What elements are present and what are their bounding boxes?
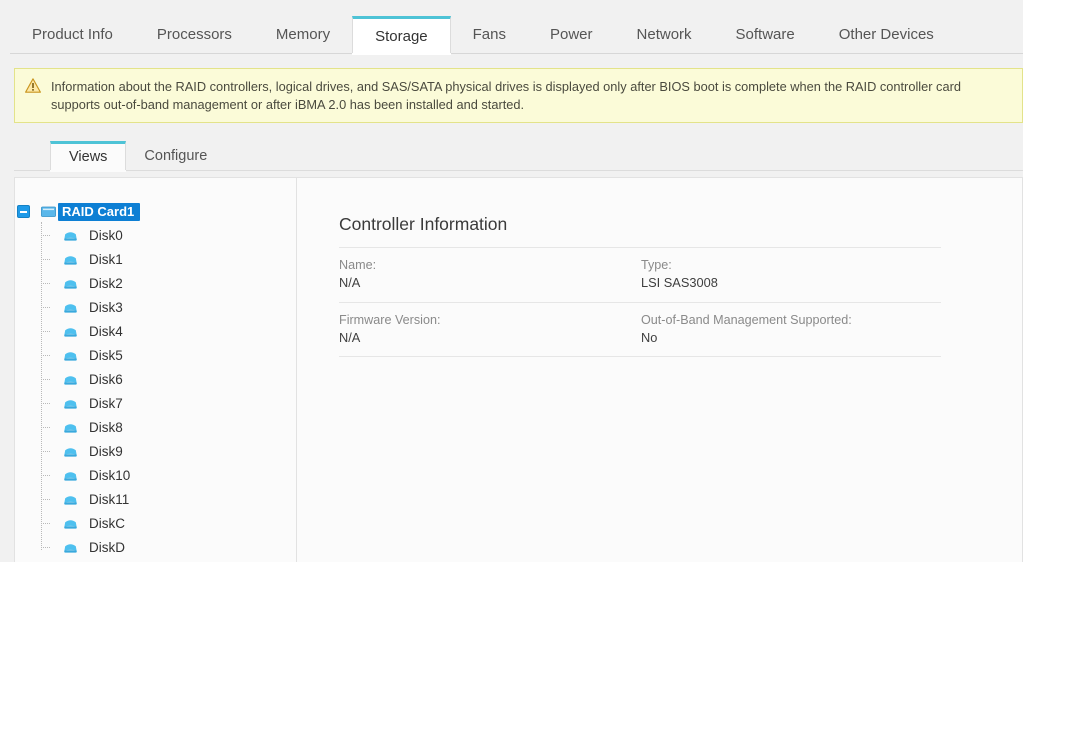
tree-node-label: Disk6 xyxy=(89,372,123,388)
disk-icon xyxy=(64,280,77,289)
tree-node-label: Disk8 xyxy=(89,420,123,436)
info-label: Out-of-Band Management Supported: xyxy=(641,312,852,327)
raid-card-icon xyxy=(41,206,56,218)
device-tree-pane: RAID Card1 Disk0 Disk1 Disk2 Disk3 Disk4 Disk… xyxy=(15,178,297,562)
info-row: Firmware Version: N/A Out-of-Band Manageme… xyxy=(339,303,941,357)
sub-tab-views[interactable]: Views xyxy=(50,141,127,173)
info-cell: Out-of-Band Management Supported: No xyxy=(640,312,941,346)
disk-icon xyxy=(64,304,77,313)
info-label: Type: xyxy=(641,258,672,273)
info-row: Name: N/A Type: LSI SAS3008 xyxy=(339,248,941,303)
tree-node-diskd[interactable]: DiskD xyxy=(41,536,296,560)
tree-node-disk1[interactable]: Disk1 xyxy=(41,248,296,272)
main-tab-product-info[interactable]: Product Info xyxy=(10,16,135,54)
info-value: LSI SAS3008 xyxy=(641,275,718,291)
info-label: Firmware Version: xyxy=(339,312,441,327)
main-tab-storage[interactable]: Storage xyxy=(352,16,451,55)
main-tab-memory[interactable]: Memory xyxy=(254,16,352,54)
tree-collapse-toggle-icon[interactable] xyxy=(17,205,30,219)
disk-icon xyxy=(64,232,77,241)
tree-node-label: Disk9 xyxy=(89,444,123,460)
tree-node-disk5[interactable]: Disk5 xyxy=(41,344,296,368)
tree-node-disk8[interactable]: Disk8 xyxy=(41,416,296,440)
warning-triangle-icon xyxy=(25,78,41,93)
disk-icon xyxy=(64,544,77,553)
sub-tab-bar: Views Configure xyxy=(0,137,1023,173)
disk-icon xyxy=(64,424,77,433)
main-tab-other-devices[interactable]: Other Devices xyxy=(817,16,956,54)
tree-node-label: Disk7 xyxy=(89,396,123,412)
notice-text: Information about the RAID controllers, … xyxy=(51,79,961,112)
tree-node-disk6[interactable]: Disk6 xyxy=(41,368,296,392)
tree-node-disk11[interactable]: Disk11 xyxy=(41,488,296,512)
main-tab-fans[interactable]: Fans xyxy=(451,16,528,54)
tree-node-label: Disk1 xyxy=(89,252,123,268)
info-cell: Name: N/A xyxy=(339,257,640,291)
tree-node-disk7[interactable]: Disk7 xyxy=(41,392,296,416)
controller-information-pane: Controller Information Name: N/A Type: LSI … xyxy=(297,178,1022,562)
device-tree: RAID Card1 Disk0 Disk1 Disk2 Disk3 Disk4 Disk… xyxy=(15,200,296,560)
sub-tab-configure[interactable]: Configure xyxy=(126,141,225,171)
main-tab-bar: Product Info Processors Memory Storage Fans P… xyxy=(0,0,1023,55)
tree-node-label: DiskD xyxy=(89,540,125,556)
main-tab-processors[interactable]: Processors xyxy=(135,16,254,54)
disk-icon xyxy=(64,352,77,361)
tree-node-label: Disk3 xyxy=(89,300,123,316)
tree-node-label: Disk2 xyxy=(89,276,123,292)
tree-node-disk10[interactable]: Disk10 xyxy=(41,464,296,488)
tree-node-label: Disk5 xyxy=(89,348,123,364)
info-cell: Type: LSI SAS3008 xyxy=(640,257,941,291)
info-label: Name: xyxy=(339,258,377,273)
disk-icon xyxy=(64,400,77,409)
main-tab-power[interactable]: Power xyxy=(528,16,615,54)
tree-node-label: Disk10 xyxy=(89,468,131,484)
controller-information-title: Controller Information xyxy=(339,214,508,235)
tree-children: Disk0 Disk1 Disk2 Disk3 Disk4 Disk5 Disk6 Disk7… xyxy=(41,222,296,560)
info-cell: Firmware Version: N/A xyxy=(339,312,640,346)
info-value: N/A xyxy=(339,275,361,291)
controller-information-table: Name: N/A Type: LSI SAS3008 Firmware Version… xyxy=(339,247,941,357)
raid-info-notice: Information about the RAID controllers, … xyxy=(14,68,1023,124)
disk-icon xyxy=(64,472,77,481)
tree-node-disk3[interactable]: Disk3 xyxy=(41,296,296,320)
tree-node-label: Disk0 xyxy=(89,228,123,244)
disk-icon xyxy=(64,448,77,457)
storage-content-panel: RAID Card1 Disk0 Disk1 Disk2 Disk3 Disk4 Disk… xyxy=(14,177,1023,562)
tree-node-diskc[interactable]: DiskC xyxy=(41,512,296,536)
tree-node-disk9[interactable]: Disk9 xyxy=(41,440,296,464)
tree-node-disk0[interactable]: Disk0 xyxy=(41,224,296,248)
tree-node-disk2[interactable]: Disk2 xyxy=(41,272,296,296)
disk-icon xyxy=(64,496,77,505)
disk-icon xyxy=(64,376,77,385)
disk-icon xyxy=(64,328,77,337)
tree-node-label: Disk4 xyxy=(89,324,123,340)
tree-node-label: RAID Card1 xyxy=(58,203,141,222)
disk-icon xyxy=(64,520,77,529)
main-tab-network[interactable]: Network xyxy=(615,16,714,54)
tree-node-raid-card1[interactable]: RAID Card1 xyxy=(17,200,296,224)
tree-node-label: DiskC xyxy=(89,516,125,532)
tree-node-label: Disk11 xyxy=(89,492,130,508)
info-value: No xyxy=(641,329,658,345)
info-value: N/A xyxy=(339,329,361,345)
notice-container: Information about the RAID controllers, … xyxy=(0,54,1023,124)
disk-icon xyxy=(64,256,77,265)
tree-node-disk4[interactable]: Disk4 xyxy=(41,320,296,344)
storage-page: Product Info Processors Memory Storage Fans P… xyxy=(0,0,1023,562)
main-tab-software[interactable]: Software xyxy=(714,16,817,54)
